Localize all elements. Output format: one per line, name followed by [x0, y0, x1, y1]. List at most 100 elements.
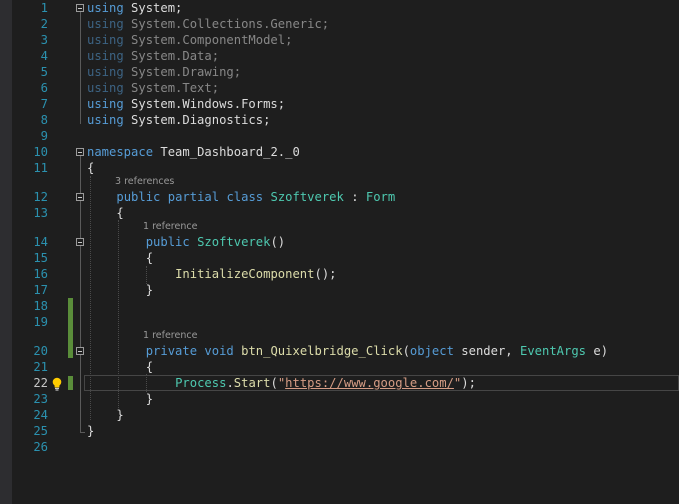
code-token: {	[87, 360, 154, 374]
line-number: 17	[33, 283, 48, 297]
code-editor[interactable]: 1 using System; 2 using System.Collections.…	[0, 0, 679, 504]
collapse-toggle-icon[interactable]	[76, 4, 84, 12]
code-text[interactable]: }	[87, 391, 153, 407]
code-token: );	[461, 376, 476, 390]
line-number: 5	[40, 65, 48, 79]
code-text[interactable]: }	[87, 407, 124, 423]
line-number: 3	[40, 33, 48, 47]
code-token: private	[145, 344, 198, 358]
code-token: Szoftverek	[270, 190, 344, 204]
line-number: 2	[40, 17, 48, 31]
code-token: ();	[314, 267, 337, 281]
code-text[interactable]: public Szoftverek()	[87, 234, 285, 250]
code-text[interactable]: }	[87, 282, 153, 298]
line-number: 25	[33, 424, 48, 438]
code-text[interactable]: {	[87, 359, 153, 375]
code-token: public	[145, 235, 190, 249]
line-number: 11	[33, 161, 48, 175]
line-number: 12	[33, 190, 48, 204]
code-text[interactable]: Process.Start("https://www.google.com/")…	[87, 375, 476, 391]
code-token: using	[87, 33, 124, 47]
code-text[interactable]: using System.ComponentModel;	[87, 32, 292, 48]
code-token: partial	[167, 190, 220, 204]
code-text[interactable]: namespace Team_Dashboard_2._0	[87, 144, 300, 160]
line-number: 19	[33, 315, 48, 329]
code-token: }	[87, 408, 124, 422]
code-text[interactable]: {	[87, 205, 124, 221]
code-token: System.Diagnostics;	[123, 113, 271, 127]
line-number: 4	[40, 49, 48, 63]
code-token: }	[87, 424, 95, 438]
code-text[interactable]: private void btn_Quixelbridge_Click(obje…	[87, 343, 608, 359]
line-number: 1	[40, 1, 48, 15]
code-token: :	[343, 190, 366, 204]
code-token: System.Text;	[123, 81, 220, 95]
collapse-toggle-icon[interactable]	[76, 238, 84, 246]
collapse-toggle-icon[interactable]	[76, 347, 84, 355]
code-text[interactable]: using System.Windows.Forms;	[87, 96, 285, 112]
code-token: (	[270, 376, 278, 390]
code-token: ()	[270, 235, 286, 249]
code-text[interactable]: using System.Drawing;	[87, 64, 241, 80]
line-number: 16	[33, 267, 48, 281]
code-token: using	[87, 65, 124, 79]
line-number: 23	[33, 392, 48, 406]
code-text[interactable]: using System.Text;	[87, 80, 219, 96]
codelens-references[interactable]: 1 reference	[143, 330, 197, 342]
code-token: using	[87, 49, 124, 63]
code-token: System.Collections.Generic;	[123, 17, 330, 31]
code-token: System.Windows.Forms;	[123, 97, 286, 111]
code-token: {	[87, 251, 154, 265]
line-number: 18	[33, 299, 48, 313]
codelens-references[interactable]: 1 reference	[143, 221, 197, 233]
code-token: (	[402, 344, 410, 358]
collapse-toggle-icon[interactable]	[76, 193, 84, 201]
code-token: btn_Quixelbridge_Click	[241, 344, 403, 358]
code-text[interactable]: {	[87, 160, 94, 176]
line-number: 15	[33, 251, 48, 265]
code-text[interactable]: }	[87, 423, 94, 439]
code-text[interactable]: using System.Collections.Generic;	[87, 16, 329, 32]
code-token: System.ComponentModel;	[123, 33, 293, 47]
code-text[interactable]: using System.Data;	[87, 48, 219, 64]
code-token: {	[87, 206, 124, 220]
code-token: EventArgs	[519, 344, 587, 358]
line-number: 7	[40, 97, 48, 111]
code-token: using	[87, 113, 124, 127]
code-text[interactable]: {	[87, 250, 153, 266]
code-text[interactable]: InitializeComponent();	[87, 266, 337, 282]
collapse-toggle-icon[interactable]	[76, 148, 84, 156]
lightbulb-icon[interactable]	[51, 376, 63, 391]
code-token: System.Drawing;	[123, 65, 242, 79]
code-token: Process	[175, 376, 227, 390]
line-number: 22	[33, 376, 48, 390]
line-number: 13	[33, 206, 48, 220]
code-text[interactable]: public partial class Szoftverek : Form	[87, 189, 395, 205]
outline-namespace-end	[80, 432, 85, 433]
code-token: object	[409, 344, 454, 358]
code-text[interactable]: using System.Diagnostics;	[87, 112, 270, 128]
code-token: class	[226, 190, 264, 204]
line-number: 8	[40, 113, 48, 127]
code-token: void	[204, 344, 234, 358]
line-number: 26	[33, 440, 48, 454]
code-token: using	[87, 97, 124, 111]
change-marker-22	[68, 376, 73, 390]
line-number: 21	[33, 360, 48, 374]
code-token: using	[87, 17, 124, 31]
line-number: 6	[40, 81, 48, 95]
code-token: InitializeComponent	[175, 267, 315, 281]
change-marker-18-20	[68, 298, 73, 358]
codelens-references[interactable]: 3 references	[115, 176, 174, 188]
code-token: Szoftverek	[197, 235, 271, 249]
code-token: .	[226, 376, 234, 390]
code-text[interactable]: using System;	[87, 0, 182, 16]
code-token: https://www.google.com/	[285, 376, 454, 390]
code-token: {	[87, 161, 95, 175]
code-token: System;	[123, 1, 183, 15]
